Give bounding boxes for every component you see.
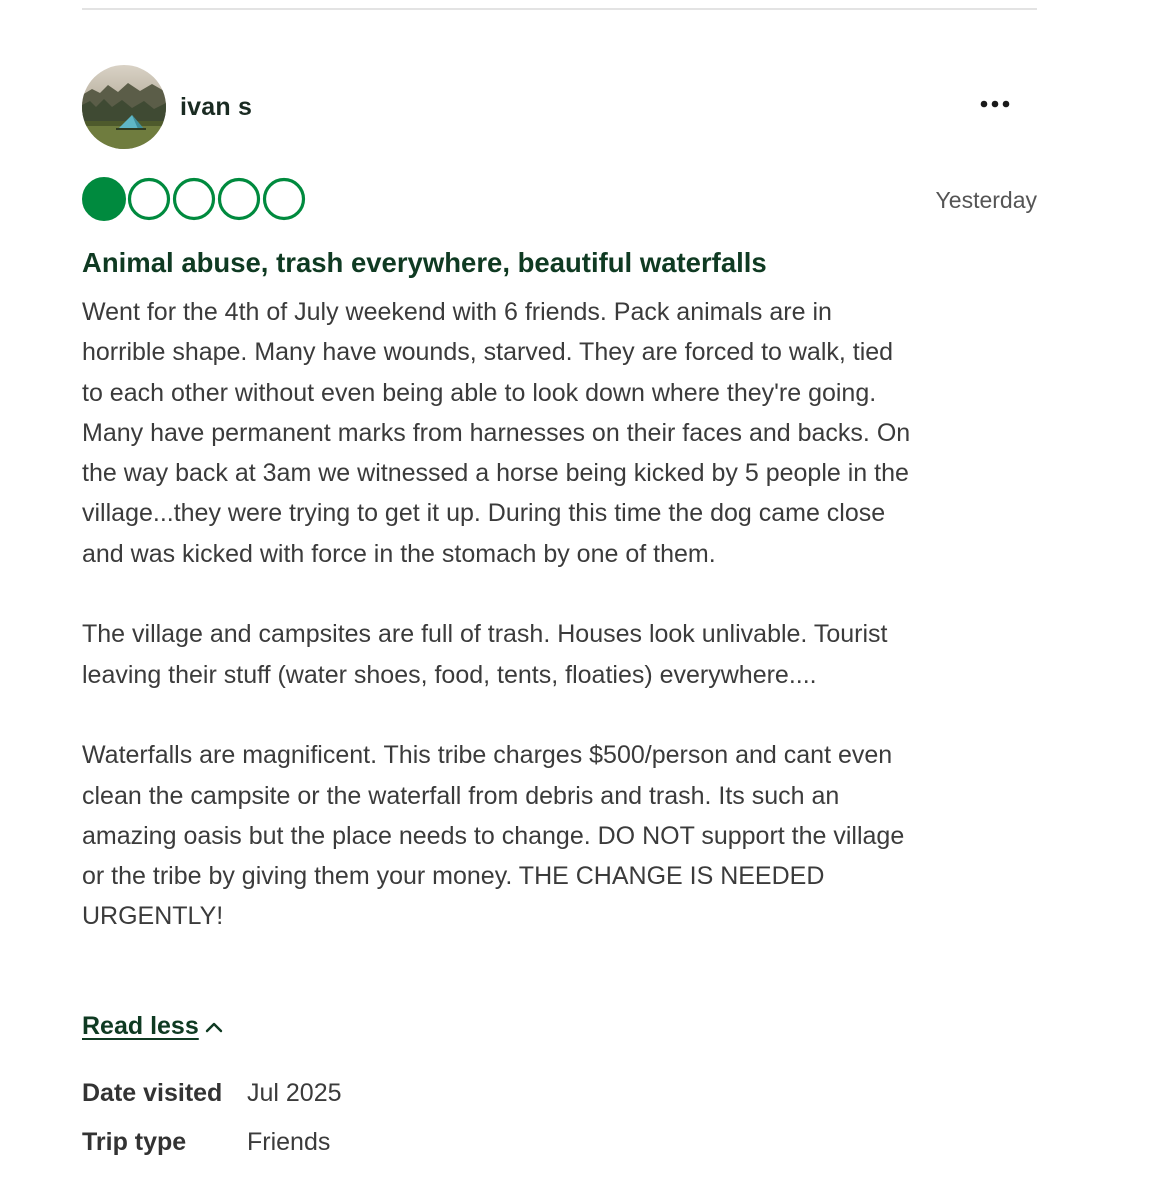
review-header: ivan s [82,65,1037,151]
trip-type-label: Trip type [82,1128,187,1156]
date-visited-value: Jul 2025 [247,1079,342,1107]
body-line: to each other without even being able to… [82,378,877,407]
date-visited-label: Date visited [82,1079,223,1107]
reviewer-avatar[interactable] [82,65,166,149]
more-options-icon [980,100,1010,108]
rating-bubble-empty [217,177,261,221]
body-line: leaving their stuff (water shoes, food, … [82,660,817,689]
rating-row: Yesterday [82,177,1037,223]
body-line: Many have permanent marks from harnesses… [82,418,911,447]
bubble-rating [82,177,306,221]
review-card: ivan s Yesterday Animal abuse, trash eve… [82,0,1037,1200]
tent-landscape-avatar-icon [82,65,166,149]
body-line: URGENTLY! [82,902,224,931]
body-line: horrible shape. Many have wounds, starve… [82,338,894,367]
body-line: the way back at 3am we witnessed a horse… [82,459,909,488]
review-body: Went for the 4th of July weekend with 6 … [82,292,1042,937]
read-less-label[interactable]: Read less [82,1012,199,1041]
chevron-up-icon [205,1022,222,1032]
body-line: clean the campsite or the waterfall from… [82,781,840,810]
rating-bubble-empty [127,177,171,221]
body-line: and was kicked with force in the stomach… [82,539,716,568]
review-title[interactable]: Animal abuse, trash everywhere, beautifu… [82,244,1037,282]
body-line: Went for the 4th of July weekend with 6 … [82,298,832,326]
read-less-link[interactable]: Read less [82,1012,223,1041]
body-line: The village and campsites are full of tr… [82,620,888,649]
body-line: Waterfalls are magnificent. This tribe c… [82,741,893,770]
trip-type-value: Friends [247,1128,331,1156]
more-options-button[interactable] [975,91,1015,117]
body-line: village...they were trying to get it up.… [82,499,886,528]
body-line: or the tribe by giving them your money. … [82,862,825,891]
rating-bubble-empty [262,177,306,221]
rating-bubble-filled [82,177,126,221]
review-date: Yesterday [935,187,1037,213]
reviewer-name[interactable]: ivan s [180,93,252,122]
body-line: amazing oasis but the place needs to cha… [82,821,905,850]
rating-bubble-empty [172,177,216,221]
